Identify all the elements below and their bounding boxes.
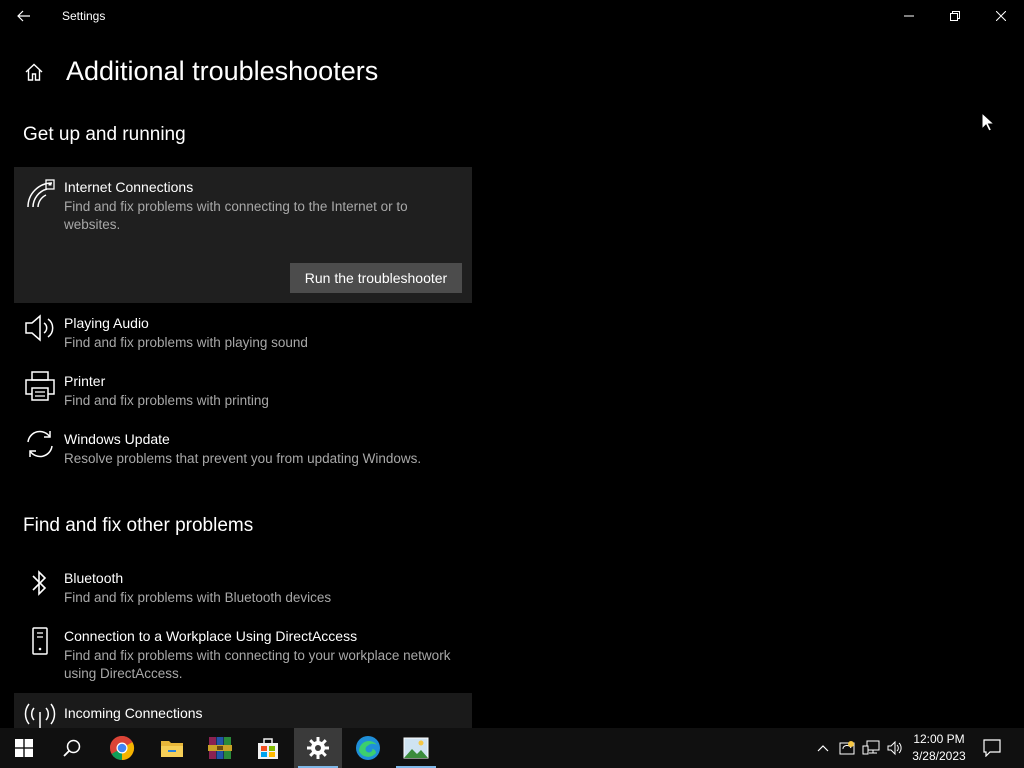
clock-date: 3/28/2023 [912,749,966,763]
page-title: Additional troubleshooters [66,56,379,86]
search-icon [63,739,81,757]
item-description: Find and fix problems with Bluetooth dev… [64,590,332,605]
item-name: Incoming Connections [64,705,203,721]
item-name: Connection to a Workplace Using DirectAc… [64,628,358,644]
minimize-button[interactable] [886,0,932,32]
clock[interactable]: 12:00 PM 3/28/2023 [908,731,970,765]
home-button[interactable] [20,58,48,86]
troubleshooter-bluetooth[interactable]: Bluetooth Find and fix problems with Blu… [14,564,472,614]
taskbar-photos[interactable] [392,728,440,768]
notification-icon [983,739,1001,757]
troubleshooter-internet-connections[interactable]: Internet Connections Find and fix proble… [14,167,472,303]
phone-icon [23,624,57,658]
item-name: Windows Update [64,431,170,447]
volume-icon [887,740,902,756]
taskbar-edge[interactable] [344,728,392,768]
folder-icon [161,741,183,757]
home-icon [25,63,43,81]
search-button[interactable] [48,728,96,768]
chrome-icon [109,735,135,760]
section-heading-get-up: Get up and running [23,124,186,145]
close-icon [996,11,1006,21]
bluetooth-icon [23,566,57,600]
troubleshooter-playing-audio[interactable]: Playing Audio Find and fix problems with… [14,309,472,359]
item-name: Playing Audio [64,315,149,331]
taskbar-winrar[interactable] [196,728,244,768]
item-description: Resolve problems that prevent you from u… [64,451,422,466]
troubleshooter-printer[interactable]: Printer Find and fix problems with print… [14,367,472,417]
item-name: Printer [64,373,106,389]
photos-icon [403,737,429,759]
network-icon [862,740,880,755]
item-description: Find and fix problems with printing [64,393,269,408]
run-troubleshooter-button[interactable]: Run the troubleshooter [290,263,462,293]
troubleshooter-windows-update[interactable]: Windows Update Resolve problems that pre… [14,425,472,475]
back-button[interactable] [8,0,40,32]
taskbar-file-explorer[interactable] [148,728,196,768]
taskbar: 12:00 PM 3/28/2023 [0,728,1024,768]
action-center-button[interactable] [978,728,1006,768]
taskbar-chrome[interactable] [98,728,146,768]
wifi-icon [23,177,57,211]
store-icon [258,738,278,759]
restore-icon [950,11,960,21]
close-button[interactable] [978,0,1024,32]
taskbar-store[interactable] [244,728,292,768]
tray-update-icon-button[interactable] [836,728,858,768]
taskbar-settings[interactable] [294,728,342,768]
item-description: Find and fix problems with connecting to… [64,648,451,681]
troubleshooter-incoming-connections[interactable]: Incoming Connections [14,693,472,730]
troubleshooter-directaccess[interactable]: Connection to a Workplace Using DirectAc… [14,622,472,688]
start-button[interactable] [0,728,48,768]
restore-button[interactable] [932,0,978,32]
gear-icon [307,737,329,759]
winrar-icon [208,737,232,759]
window-title: Settings [62,9,106,23]
minimize-icon [904,15,914,17]
mouse-cursor-icon [981,111,996,137]
windows-update-tray-icon [839,741,855,755]
chevron-up-icon [817,745,829,752]
item-name: Bluetooth [64,570,124,586]
item-description: Find and fix problems with connecting to… [64,199,408,232]
item-name: Internet Connections [64,179,194,195]
speaker-icon [23,311,57,345]
section-heading-other: Find and fix other problems [23,515,254,536]
show-hidden-icons-button[interactable] [812,728,834,768]
windows-logo-icon [15,739,33,757]
back-arrow-icon [17,10,30,22]
title-bar: Settings [0,0,1024,32]
printer-icon [23,369,57,403]
item-description: Find and fix problems with playing sound [64,335,308,350]
refresh-icon [23,427,57,461]
clock-time: 12:00 PM [913,732,965,746]
tray-volume-button[interactable] [884,728,906,768]
tray-network-button[interactable] [860,728,882,768]
edge-icon [356,736,380,760]
